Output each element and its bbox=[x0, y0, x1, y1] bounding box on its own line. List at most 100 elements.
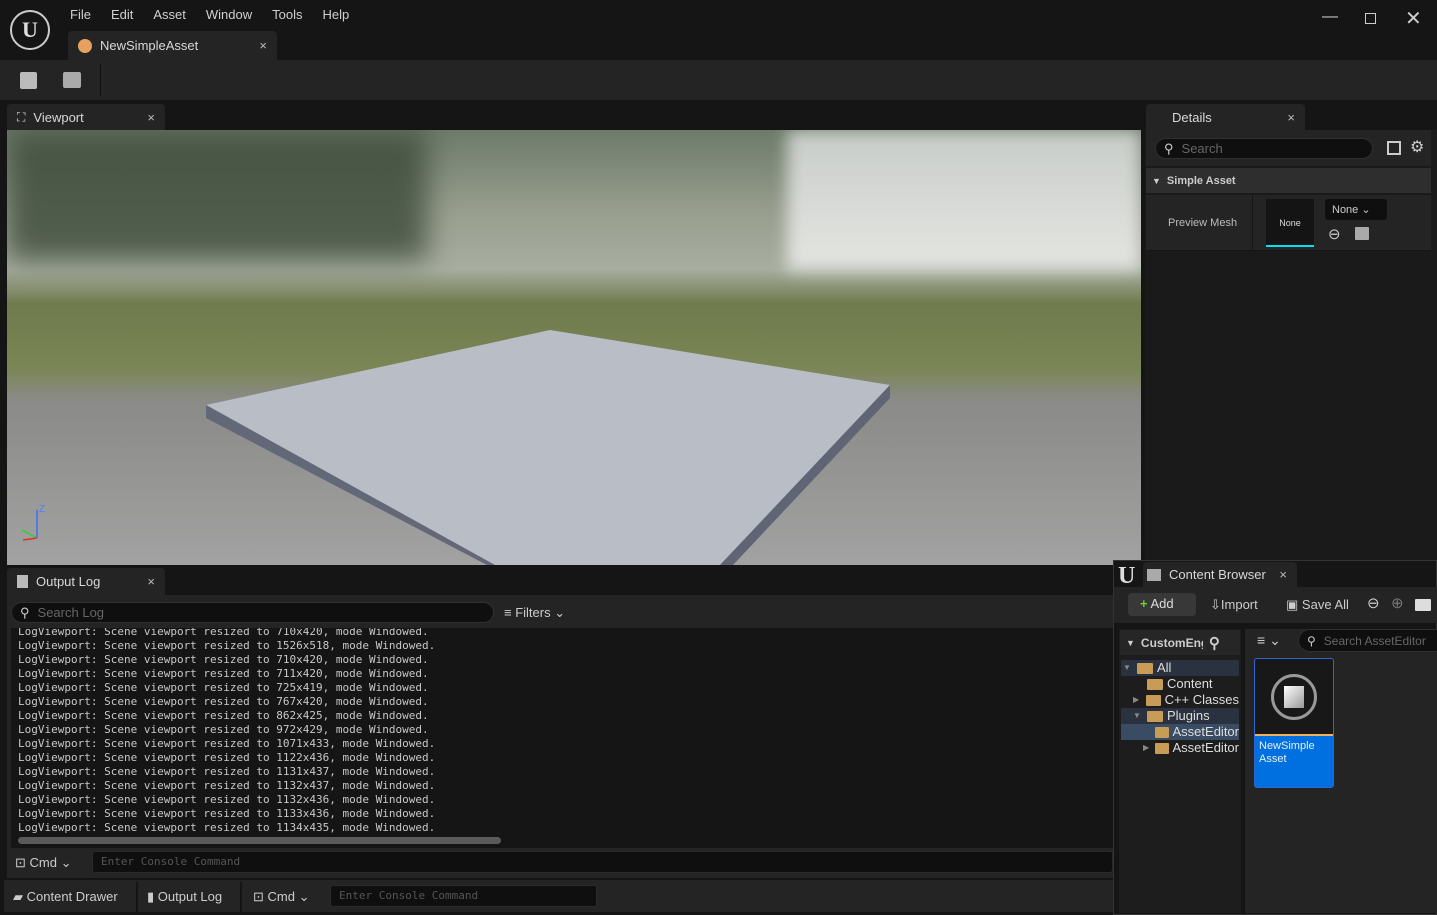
use-selected-icon[interactable]: ⊖ bbox=[1328, 225, 1341, 243]
output-log-tab[interactable]: Output Log × bbox=[7, 568, 165, 595]
toolbar bbox=[0, 60, 1437, 100]
filter-dropdown[interactable]: ≡ ⌄ bbox=[1257, 632, 1281, 649]
log-line: LogViewport: Scene viewport resized to 7… bbox=[18, 628, 429, 638]
viewport-tab-label: Viewport bbox=[33, 109, 84, 125]
save-icon[interactable] bbox=[20, 72, 37, 89]
log-line: LogViewport: Scene viewport resized to 7… bbox=[18, 653, 429, 666]
divider bbox=[136, 882, 138, 912]
folder-icon[interactable] bbox=[1415, 599, 1431, 611]
status-console-input[interactable]: Enter Console Command bbox=[330, 885, 597, 907]
menu-asset[interactable]: Asset bbox=[153, 7, 186, 22]
sources-header[interactable]: ▼ CustomEng ⚲ bbox=[1120, 630, 1240, 655]
tree-item[interactable]: ▼ Plugins bbox=[1121, 708, 1239, 724]
log-line: LogViewport: Scene viewport resized to 8… bbox=[18, 709, 429, 722]
plane-top bbox=[206, 330, 890, 565]
asset-search-input[interactable]: ⚲ Search AssetEditor bbox=[1298, 629, 1437, 652]
output-log-button[interactable]: ▮ Output Log bbox=[147, 889, 222, 905]
expand-arrow-right-icon[interactable]: ▶ bbox=[1133, 692, 1142, 708]
details-tab-label: Details bbox=[1172, 109, 1212, 125]
filter-icon: ≡ bbox=[1257, 632, 1266, 648]
output-log-icon bbox=[17, 575, 28, 588]
preview-plane bbox=[21, 330, 890, 565]
collapse-arrow-icon: ▼ bbox=[1152, 175, 1161, 186]
table-view-icon[interactable] bbox=[1387, 141, 1401, 155]
output-log-icon: ▮ bbox=[147, 889, 155, 904]
cmd-dropdown[interactable]: ⊡ Cmd ⌄ bbox=[15, 855, 72, 871]
log-line: LogViewport: Scene viewport resized to 1… bbox=[18, 737, 436, 750]
unreal-logo: U bbox=[1118, 563, 1136, 589]
category-simple-asset[interactable]: ▼ Simple Asset bbox=[1146, 168, 1431, 193]
content-browser-tab-label: Content Browser bbox=[1169, 567, 1266, 582]
property-label: Preview Mesh bbox=[1168, 217, 1238, 229]
close-window-button[interactable]: ✕ bbox=[1405, 6, 1422, 31]
log-line: LogViewport: Scene viewport resized to 1… bbox=[18, 793, 436, 806]
back-icon[interactable]: ⊖ bbox=[1367, 594, 1380, 612]
add-button[interactable]: + Add bbox=[1128, 593, 1196, 616]
browse-icon[interactable] bbox=[1355, 227, 1369, 240]
menu-edit[interactable]: Edit bbox=[111, 7, 133, 22]
document-tab-label: NewSimpleAsset bbox=[100, 38, 199, 53]
asset-tile-newsimpleasset[interactable]: NewSimple Asset bbox=[1254, 658, 1334, 788]
cube-icon bbox=[1271, 673, 1317, 720]
save-all-button[interactable]: ▣ Save All bbox=[1286, 597, 1349, 613]
close-tab-icon[interactable]: × bbox=[259, 38, 267, 53]
unreal-logo[interactable]: U bbox=[10, 10, 50, 50]
plus-icon: + bbox=[1140, 596, 1148, 611]
expand-arrow-down-icon[interactable]: ▼ bbox=[1123, 660, 1133, 676]
maximize-button[interactable] bbox=[1365, 13, 1376, 24]
asset-thumbnail bbox=[1255, 659, 1333, 736]
gear-icon[interactable]: ⚙ bbox=[1410, 137, 1424, 157]
log-lines: LogViewport: Scene viewport resized to 7… bbox=[18, 628, 435, 835]
content-browser-icon bbox=[1147, 568, 1161, 581]
menu-window[interactable]: Window bbox=[206, 7, 252, 22]
folder-icon bbox=[1147, 678, 1163, 690]
filters-button[interactable]: ≡ Filters ⌄ bbox=[504, 605, 565, 621]
content-browser-tab[interactable]: Content Browser × bbox=[1143, 562, 1297, 587]
close-tab-icon[interactable]: × bbox=[147, 574, 155, 589]
status-cmd-dropdown[interactable]: ⊡ Cmd ⌄ bbox=[253, 889, 310, 905]
tree-item-label: Plugins bbox=[1167, 708, 1210, 723]
details-tab[interactable]: Details × bbox=[1146, 104, 1305, 130]
chevron-down-icon: ⌄ bbox=[554, 605, 566, 620]
close-tab-icon[interactable]: × bbox=[1287, 110, 1295, 125]
close-tab-icon[interactable]: × bbox=[1279, 567, 1287, 582]
asset-icon bbox=[78, 38, 92, 53]
log-line: LogViewport: Scene viewport resized to 1… bbox=[18, 751, 436, 764]
cpp-folder-icon bbox=[1146, 694, 1161, 706]
expand-arrow-right-icon[interactable]: ▶ bbox=[1143, 740, 1151, 756]
chevron-down-icon: ⌄ bbox=[1361, 204, 1371, 216]
menu-file[interactable]: File bbox=[70, 7, 91, 22]
search-log-input[interactable]: ⚲ Search Log bbox=[11, 602, 494, 623]
cpp-folder-icon bbox=[1155, 742, 1169, 754]
minimize-button[interactable]: — bbox=[1322, 8, 1338, 26]
document-tab[interactable]: NewSimpleAsset × bbox=[68, 31, 277, 60]
menu-help[interactable]: Help bbox=[322, 7, 349, 22]
forward-icon[interactable]: ⊕ bbox=[1391, 594, 1404, 612]
details-search-input[interactable]: ⚲ Search bbox=[1155, 138, 1373, 159]
tree-item[interactable]: ▼ All bbox=[1121, 660, 1239, 676]
import-button[interactable]: ⇩Import bbox=[1210, 597, 1258, 613]
log-scrollbar[interactable] bbox=[18, 837, 501, 844]
log-line: LogViewport: Scene viewport resized to 7… bbox=[18, 681, 429, 694]
close-tab-icon[interactable]: × bbox=[147, 110, 155, 125]
console-command-input[interactable]: Enter Console Command bbox=[92, 851, 1113, 873]
search-icon: ⚲ bbox=[1307, 633, 1316, 648]
viewport-canvas[interactable]: Z bbox=[7, 130, 1141, 565]
content-drawer-button[interactable]: ▰ Content Drawer bbox=[13, 889, 118, 905]
filter-icon: ≡ bbox=[504, 605, 512, 620]
tree-item[interactable]: ▶ C++ Classes bbox=[1121, 692, 1239, 708]
tree-item[interactable]: AssetEditor bbox=[1121, 724, 1239, 740]
divider bbox=[1252, 195, 1253, 251]
mesh-dropdown[interactable]: None ⌄ bbox=[1325, 199, 1387, 220]
mesh-thumbnail[interactable]: None bbox=[1266, 199, 1314, 247]
search-icon: ⚲ bbox=[1208, 634, 1220, 652]
tree-item[interactable]: ▶ AssetEditor bbox=[1121, 740, 1239, 756]
viewport-icon: ⛶ bbox=[17, 109, 26, 124]
menu-tools[interactable]: Tools bbox=[272, 7, 302, 22]
tree-item[interactable]: Content bbox=[1121, 676, 1239, 692]
log-line: LogViewport: Scene viewport resized to 7… bbox=[18, 667, 429, 680]
log-line: LogViewport: Scene viewport resized to 1… bbox=[18, 639, 436, 652]
viewport-tab[interactable]: ⛶ Viewport × bbox=[7, 104, 165, 130]
browse-asset-icon[interactable] bbox=[63, 72, 81, 88]
expand-arrow-down-icon[interactable]: ▼ bbox=[1133, 708, 1143, 724]
